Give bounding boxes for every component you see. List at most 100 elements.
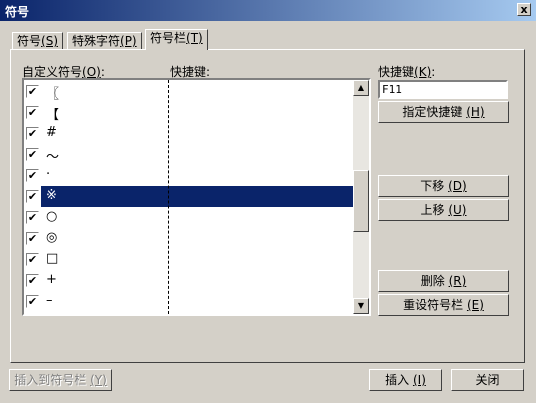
tab-special-chars[interactable]: 特殊字符(P) [67,32,142,50]
symbol-cell[interactable]: □ [41,249,355,270]
column-divider [168,80,169,314]
button-key: (H) [466,105,485,119]
item-checkbox[interactable]: ✔ [26,127,39,140]
arrow-up-icon: ▲ [357,83,365,92]
tab-symbol-bar[interactable]: 符号栏(T) [145,29,208,50]
symbol-cell[interactable]: 〜 [41,144,355,165]
tab-label: 符号栏 [150,31,187,45]
item-checkbox[interactable]: ✔ [26,232,39,245]
scroll-thumb[interactable] [353,170,369,232]
button-label: 下移 [420,179,445,193]
button-label: 重设符号栏 [403,298,464,312]
list-item[interactable]: ✔ – [24,291,355,312]
checkmark-icon: ✔ [27,211,38,224]
button-key: (U) [448,203,467,217]
shortcut-label-text: 快捷键 [378,65,415,79]
symbol-list-rows: ✔ 〖 ✔ 【✔ # ✔ 〜 ✔ · ✔ ※ ✔ ○ ✔ ◎ ✔ □ ✔ + ✔ – [24,80,355,314]
tab-label: 特殊字符 [72,34,121,48]
scroll-down-button[interactable]: ▼ [353,298,369,314]
checkmark-icon: ✔ [27,232,38,245]
symbol-cell[interactable]: ※ [41,186,355,207]
button-key: (I) [412,373,426,387]
arrow-down-icon: ▼ [357,301,365,310]
list-item[interactable]: ✔ ◎ [24,228,355,249]
symbol-cell[interactable]: ◎ [41,228,355,249]
shortcut-label-key: (K) [414,65,432,79]
item-checkbox[interactable]: ✔ [26,148,39,161]
symbol-glyph: 〖 [46,87,60,102]
list-item[interactable]: ✔ 【 [24,102,355,123]
list-item[interactable]: ✔ □ [24,249,355,270]
insert-button[interactable]: 插入 (I) [369,369,442,391]
button-key: (R) [448,274,467,288]
insert-to-symbol-bar-button[interactable]: 插入到符号栏 (Y) [9,369,112,391]
item-checkbox[interactable]: ✔ [26,295,39,308]
checkmark-icon: ✔ [27,85,38,98]
item-checkbox[interactable]: ✔ [26,211,39,224]
item-checkbox[interactable]: ✔ [26,253,39,266]
shortcut-label: 快捷键(K): [378,63,435,80]
tab-label: 符号 [17,34,42,48]
item-checkbox[interactable]: ✔ [26,106,39,119]
symbol-dialog: 符号 x 符号(S) 特殊字符(P) 符号栏(T) 自定义符号(O): 快捷键:… [0,0,536,403]
assign-shortcut-button[interactable]: 指定快捷键 (H) [378,101,509,123]
checkmark-icon: ✔ [27,148,38,161]
item-checkbox[interactable]: ✔ [26,85,39,98]
list-item[interactable]: ✔ ※ [24,186,355,207]
title-bar[interactable]: 符号 x [0,0,536,21]
close-button[interactable]: 关闭 [451,369,524,391]
close-window-button[interactable]: x [517,3,531,16]
custom-symbol-header-text: 自定义符号 [22,65,83,79]
button-label: 插入到符号栏 [14,373,87,387]
scroll-up-button[interactable]: ▲ [353,80,369,96]
checkmark-icon: ✔ [27,169,38,182]
delete-button[interactable]: 删除 (R) [378,270,509,292]
item-checkbox[interactable]: ✔ [26,169,39,182]
symbol-glyph: ○ [46,209,58,224]
button-key: (D) [448,179,467,193]
symbol-glyph: + [46,272,57,287]
symbol-glyph: ※ [46,188,57,203]
symbol-cell[interactable]: · [41,165,355,186]
symbol-glyph: 〜 [46,150,60,165]
checkmark-icon: ✔ [27,295,38,308]
checkmark-icon: ✔ [27,106,38,119]
button-label: 删除 [420,274,445,288]
symbol-glyph: – [46,293,53,308]
item-checkbox[interactable]: ✔ [26,274,39,287]
symbol-glyph: ◎ [46,230,58,245]
symbol-cell[interactable]: 【 [41,102,355,123]
symbol-cell[interactable]: 〖 [41,81,355,102]
button-label: 插入 [385,373,410,387]
window-title: 符号 [5,5,30,19]
move-up-button[interactable]: 上移 (U) [378,199,509,221]
symbol-cell[interactable]: ○ [41,207,355,228]
symbol-glyph: · [46,167,51,182]
list-item[interactable]: ✔ 〖 [24,81,355,102]
tab-key: (P) [120,34,137,48]
tab-key: (S) [41,34,58,48]
list-scrollbar[interactable]: ▲ ▼ [353,80,369,314]
button-key: (E) [466,298,484,312]
tab-symbols[interactable]: 符号(S) [12,32,63,50]
list-item[interactable]: ✔ · [24,165,355,186]
custom-symbol-header-suffix: : [100,65,105,79]
reset-symbol-bar-button[interactable]: 重设符号栏 (E) [378,294,509,316]
checkmark-icon: ✔ [27,253,38,266]
button-label: 上移 [420,203,445,217]
move-down-button[interactable]: 下移 (D) [378,175,509,197]
button-key: (Y) [90,373,107,387]
symbol-cell[interactable]: # [41,123,355,144]
symbol-cell[interactable]: – [41,291,355,312]
custom-symbol-header-key: (O) [82,65,101,79]
symbol-list[interactable]: ✔ 〖 ✔ 【✔ # ✔ 〜 ✔ · ✔ ※ ✔ ○ ✔ ◎ ✔ □ ✔ + ✔ – ▲ ▼ [22,78,371,316]
symbol-glyph: 【 [46,108,60,123]
list-item[interactable]: ✔ + [24,270,355,291]
symbol-cell[interactable]: + [41,270,355,291]
checkmark-icon: ✔ [27,190,38,203]
item-checkbox[interactable]: ✔ [26,190,39,203]
list-item[interactable]: ✔ # [24,123,355,144]
list-item[interactable]: ✔ 〜 [24,144,355,165]
list-item[interactable]: ✔ ○ [24,207,355,228]
shortcut-input[interactable]: F11 [378,80,508,99]
